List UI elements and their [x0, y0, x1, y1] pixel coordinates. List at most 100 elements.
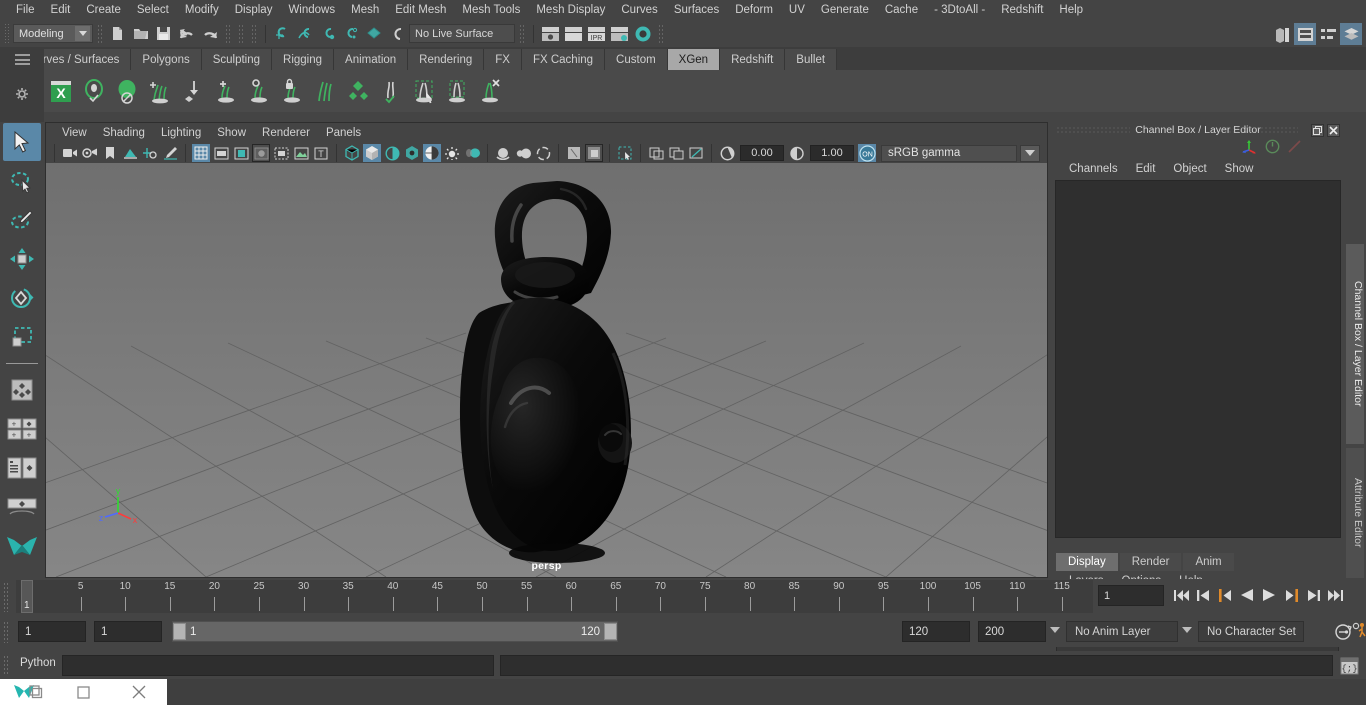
motion-blur-icon[interactable] — [463, 144, 481, 162]
xgen-editor-icon[interactable]: X — [46, 73, 76, 109]
use-all-lights-icon[interactable] — [403, 144, 421, 162]
redo-icon[interactable] — [198, 23, 221, 45]
shelf-tab-fx[interactable]: FX — [484, 49, 522, 70]
exposure-value[interactable]: 0.00 — [740, 145, 784, 161]
xgen-select-guides-icon[interactable] — [409, 73, 439, 109]
safe-action-icon[interactable] — [292, 144, 310, 162]
isolate-select-icon[interactable] — [534, 144, 552, 162]
shelf-tab-xgen[interactable]: XGen — [667, 49, 721, 70]
select-tool[interactable] — [3, 123, 41, 161]
range-start-handle[interactable] — [173, 623, 186, 640]
grid-toggle-icon[interactable] — [192, 144, 210, 162]
step-back-keyframe-icon[interactable] — [1194, 583, 1212, 607]
time-slider-grip[interactable] — [3, 582, 9, 612]
menu-item-windows[interactable]: Windows — [280, 0, 343, 20]
chevron-down-icon[interactable] — [75, 26, 90, 41]
anim-layer-selector[interactable]: No Anim Layer — [1066, 621, 1178, 642]
layer-tab-anim[interactable]: Anim — [1183, 553, 1234, 571]
command-line-grip[interactable] — [3, 655, 9, 675]
hypershade-icon[interactable] — [631, 23, 654, 45]
paint-select-tool[interactable] — [3, 201, 41, 239]
go-to-start-icon[interactable] — [1172, 583, 1190, 607]
viewport-menu-lighting[interactable]: Lighting — [153, 127, 209, 139]
snap-to-view-plane-icon[interactable] — [363, 23, 386, 45]
step-forward-keyframe-icon[interactable] — [1304, 583, 1322, 607]
dock-tab-channel-box-layer-editor[interactable]: Channel Box / Layer Editor — [1346, 244, 1364, 444]
menu-item-3dtoall[interactable]: - 3DtoAll - — [926, 0, 993, 20]
viewport-menu-show[interactable]: Show — [209, 127, 254, 139]
layer-tab-display[interactable]: Display — [1056, 553, 1118, 571]
menu-item-create[interactable]: Create — [78, 0, 129, 20]
menu-item-edit[interactable]: Edit — [43, 0, 79, 20]
xgen-groom-icon[interactable] — [178, 73, 208, 109]
menu-item-surfaces[interactable]: Surfaces — [666, 0, 727, 20]
undo-icon[interactable] — [175, 23, 198, 45]
go-to-end-icon[interactable] — [1326, 583, 1344, 607]
duplicate-view-icon[interactable] — [667, 144, 685, 162]
channel-box-menu-channels[interactable]: Channels — [1060, 163, 1127, 175]
command-language-label[interactable]: Python — [20, 657, 56, 669]
chevron-down-icon[interactable] — [1182, 627, 1192, 633]
show-hide-attribute-editor-icon[interactable] — [1294, 23, 1316, 45]
exposure-icon[interactable] — [718, 144, 736, 162]
ambient-occlusion-icon[interactable] — [443, 144, 461, 162]
image-plane-icon[interactable] — [121, 144, 139, 162]
move-tool[interactable] — [3, 240, 41, 278]
snap-to-projected-center-icon[interactable] — [340, 23, 363, 45]
close-icon[interactable] — [1327, 123, 1340, 137]
xgen-noise-icon[interactable] — [376, 73, 406, 109]
maximize-icon[interactable] — [1311, 123, 1324, 137]
shaded-wireframe-icon[interactable] — [383, 144, 401, 162]
render-sequence-icon[interactable] — [562, 23, 585, 45]
channel-box-menu-edit[interactable]: Edit — [1127, 163, 1165, 175]
menu-item-mesh[interactable]: Mesh — [343, 0, 387, 20]
rotate-tool[interactable] — [3, 279, 41, 317]
dock-tab-attribute-editor[interactable]: Attribute Editor — [1346, 448, 1364, 578]
isolate-select-toggle-icon[interactable] — [647, 144, 665, 162]
xgen-preview-icon[interactable] — [79, 73, 109, 109]
menu-item-redshift[interactable]: Redshift — [993, 0, 1051, 20]
panel-grip-left[interactable] — [1056, 125, 1130, 135]
chevron-down-icon[interactable] — [1020, 144, 1040, 162]
range-end-handle[interactable] — [604, 623, 617, 640]
shelf-menu-icon[interactable] — [14, 54, 30, 65]
step-back-frame-icon[interactable] — [1216, 583, 1234, 607]
channel-box-axis-icon[interactable] — [1241, 139, 1258, 157]
wireframe-icon[interactable] — [343, 144, 361, 162]
select-camera-icon[interactable] — [61, 144, 79, 162]
show-hide-modeling-toolkit-icon[interactable] — [1271, 23, 1293, 45]
xgen-lock-icon[interactable] — [277, 73, 307, 109]
xray-icon[interactable] — [565, 144, 583, 162]
quick-layout-four-view[interactable] — [3, 449, 41, 487]
view-transform-icon[interactable] — [687, 144, 705, 162]
menu-item-curves[interactable]: Curves — [613, 0, 665, 20]
channel-box-menu-object[interactable]: Object — [1164, 163, 1215, 175]
xray-joints-icon[interactable] — [585, 144, 603, 162]
channel-box-content[interactable] — [1055, 180, 1341, 538]
animation-preferences-icon[interactable] — [1352, 622, 1366, 643]
shelf-tab-sculpting[interactable]: Sculpting — [201, 49, 273, 70]
shelf-tab-rigging[interactable]: Rigging — [272, 49, 335, 70]
shelf-tab-rendering[interactable]: Rendering — [408, 49, 485, 70]
menu-set-selector[interactable]: Modeling — [13, 24, 93, 43]
animation-start-field[interactable]: 1 — [18, 621, 86, 642]
resolution-gate-icon[interactable] — [232, 144, 250, 162]
channel-box-slope-icon[interactable] — [1287, 139, 1302, 157]
close-window-icon[interactable] — [111, 679, 167, 705]
save-scene-icon[interactable] — [152, 23, 175, 45]
lasso-select-tool[interactable] — [3, 162, 41, 200]
smooth-shade-icon[interactable] — [363, 144, 381, 162]
xray-active-components-icon[interactable] — [616, 144, 634, 162]
shelf-tab-bullet[interactable]: Bullet — [785, 49, 838, 70]
quick-layout-single[interactable]: + + + — [3, 410, 41, 448]
color-management-field[interactable]: sRGB gamma — [881, 144, 1017, 162]
ipr-render-icon[interactable]: IPR — [585, 23, 608, 45]
xgen-comb-icon[interactable] — [310, 73, 340, 109]
menu-item-select[interactable]: Select — [129, 0, 177, 20]
viewport-menu-view[interactable]: View — [54, 127, 95, 139]
depth-of-field-icon[interactable] — [514, 144, 532, 162]
character-set-selector[interactable]: No Character Set — [1198, 621, 1304, 642]
viewport-menu-renderer[interactable]: Renderer — [254, 127, 318, 139]
menu-item-cache[interactable]: Cache — [877, 0, 926, 20]
make-live-icon[interactable] — [386, 23, 409, 45]
